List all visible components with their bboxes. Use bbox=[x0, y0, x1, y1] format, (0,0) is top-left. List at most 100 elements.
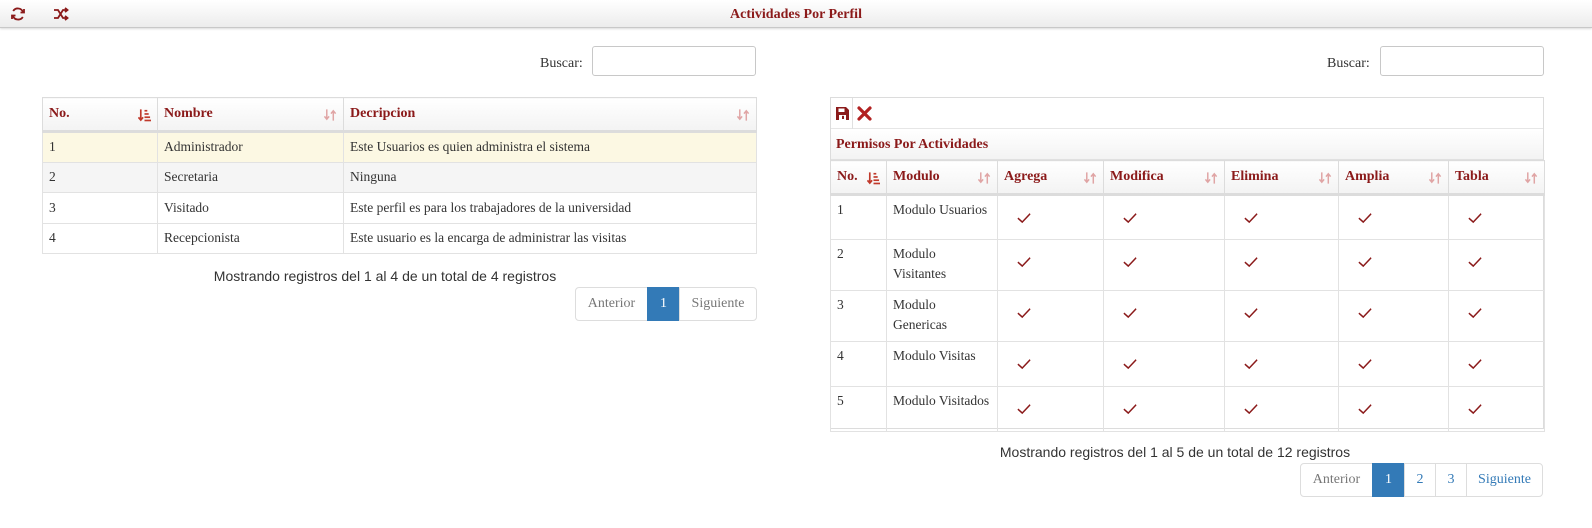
check-icon bbox=[1468, 356, 1482, 370]
sort-icon bbox=[1205, 171, 1218, 185]
column-header-label: Decripcion bbox=[350, 106, 416, 121]
column-header-tabla[interactable]: Tabla bbox=[1448, 160, 1545, 196]
cell-amplia[interactable] bbox=[1338, 239, 1449, 291]
column-header-label: Elimina bbox=[1231, 169, 1279, 184]
cell-amplia[interactable] bbox=[1338, 341, 1449, 387]
page-2-button[interactable]: 2 bbox=[1404, 463, 1436, 497]
cell-tabla[interactable] bbox=[1448, 341, 1545, 387]
column-header-no[interactable]: No. bbox=[830, 160, 887, 196]
cell-modulo: Modulo Visitantes bbox=[886, 239, 998, 291]
cell-nombre: Visitado bbox=[157, 192, 344, 224]
permissions-table: No. Modulo Agrega Modifica Elimina Ampli… bbox=[830, 160, 1545, 432]
check-icon bbox=[1123, 356, 1137, 370]
column-header-amplia[interactable]: Amplia bbox=[1338, 160, 1449, 196]
check-icon bbox=[1468, 210, 1482, 224]
cell-agrega[interactable] bbox=[997, 194, 1104, 240]
cell-tabla[interactable] bbox=[1448, 290, 1545, 342]
cell-elimina[interactable] bbox=[1224, 290, 1339, 342]
cell-amplia[interactable] bbox=[1338, 194, 1449, 240]
cell-tabla[interactable] bbox=[1448, 386, 1545, 432]
next-button[interactable]: Siguiente bbox=[1466, 463, 1543, 497]
cell-modifica[interactable] bbox=[1103, 239, 1225, 291]
previous-button[interactable]: Anterior bbox=[1300, 463, 1373, 497]
cell-amplia[interactable] bbox=[1338, 386, 1449, 432]
cell-modulo: Modulo Genericas bbox=[886, 290, 998, 342]
table-row[interactable]: 1 Modulo Usuarios bbox=[830, 194, 1545, 240]
check-icon bbox=[1244, 401, 1258, 415]
check-icon bbox=[1358, 254, 1372, 268]
cell-agrega[interactable] bbox=[997, 290, 1104, 342]
page-1-button[interactable]: 1 bbox=[1372, 463, 1405, 497]
column-header-nombre[interactable]: Nombre bbox=[157, 97, 344, 133]
check-icon bbox=[1244, 210, 1258, 224]
column-header-decripcion[interactable]: Decripcion bbox=[343, 97, 757, 133]
check-icon bbox=[1244, 254, 1258, 268]
column-header-elimina[interactable]: Elimina bbox=[1224, 160, 1339, 196]
column-header-modulo[interactable]: Modulo bbox=[886, 160, 998, 196]
table-row[interactable]: 3 Modulo Genericas bbox=[830, 290, 1545, 342]
column-header-no[interactable]: No. bbox=[42, 97, 158, 133]
check-icon bbox=[1123, 401, 1137, 415]
permissions-toolbar bbox=[831, 98, 1543, 129]
cell-descripcion: Este Usuarios es quien administra el sis… bbox=[343, 131, 757, 163]
check-icon bbox=[1017, 305, 1031, 319]
cell-no: 2 bbox=[830, 239, 887, 291]
column-header-label: Modifica bbox=[1110, 169, 1164, 184]
check-icon bbox=[1123, 254, 1137, 268]
cell-elimina[interactable] bbox=[1224, 239, 1339, 291]
cell-nombre: Recepcionista bbox=[157, 222, 344, 254]
sort-icon bbox=[978, 171, 991, 185]
check-icon bbox=[1123, 305, 1137, 319]
cell-modifica[interactable] bbox=[1103, 194, 1225, 240]
column-header-modifica[interactable]: Modifica bbox=[1103, 160, 1225, 196]
column-header-label: Nombre bbox=[164, 106, 213, 121]
cell-modulo: Modulo Usuarios bbox=[886, 194, 998, 240]
column-header-label: Tabla bbox=[1455, 169, 1489, 184]
cell-tabla[interactable] bbox=[1448, 194, 1545, 240]
cell-elimina[interactable] bbox=[1224, 341, 1339, 387]
left-search-input[interactable] bbox=[592, 46, 756, 76]
table-row[interactable]: 2 Secretaria Ninguna bbox=[42, 161, 757, 193]
check-icon bbox=[1244, 305, 1258, 319]
cell-agrega[interactable] bbox=[997, 386, 1104, 432]
next-button[interactable]: Siguiente bbox=[679, 287, 757, 321]
cell-agrega[interactable] bbox=[997, 341, 1104, 387]
close-icon[interactable] bbox=[857, 106, 872, 121]
table-row[interactable]: 1 Administrador Este Usuarios es quien a… bbox=[42, 131, 757, 163]
cell-amplia[interactable] bbox=[1338, 290, 1449, 342]
cell-no: 5 bbox=[830, 386, 887, 432]
table-row[interactable]: 4 Modulo Visitas bbox=[830, 341, 1545, 387]
sort-icon bbox=[1429, 171, 1442, 185]
cell-elimina[interactable] bbox=[1224, 386, 1339, 432]
column-header-label: Modulo bbox=[893, 169, 940, 184]
check-icon bbox=[1244, 356, 1258, 370]
cell-elimina[interactable] bbox=[1224, 194, 1339, 240]
check-icon bbox=[1017, 401, 1031, 415]
table-row[interactable]: 5 Modulo Visitados bbox=[830, 386, 1545, 432]
sort-icon bbox=[1525, 171, 1538, 185]
cell-agrega[interactable] bbox=[997, 239, 1104, 291]
cell-modifica[interactable] bbox=[1103, 341, 1225, 387]
table-row[interactable]: 4 Recepcionista Este usuario es la encar… bbox=[42, 222, 757, 254]
save-icon[interactable] bbox=[835, 106, 850, 121]
toolbar-divider bbox=[852, 98, 853, 129]
column-header-agrega[interactable]: Agrega bbox=[997, 160, 1104, 196]
permissions-caption: Permisos Por Actividades bbox=[831, 130, 1543, 160]
cell-modulo: Modulo Visitas bbox=[886, 341, 998, 387]
cell-tabla[interactable] bbox=[1448, 239, 1545, 291]
check-icon bbox=[1358, 210, 1372, 224]
cell-nombre: Secretaria bbox=[157, 161, 344, 193]
sort-ascending-icon bbox=[867, 171, 880, 185]
cell-no: 4 bbox=[42, 222, 158, 254]
right-search-input[interactable] bbox=[1380, 46, 1544, 76]
sort-icon bbox=[737, 108, 750, 122]
cell-modifica[interactable] bbox=[1103, 386, 1225, 432]
cell-modifica[interactable] bbox=[1103, 290, 1225, 342]
table-row[interactable]: 2 Modulo Visitantes bbox=[830, 239, 1545, 291]
page-1-button[interactable]: 1 bbox=[647, 287, 680, 321]
page-3-button[interactable]: 3 bbox=[1435, 463, 1467, 497]
previous-button[interactable]: Anterior bbox=[575, 287, 648, 321]
left-search-label: Buscar: bbox=[540, 56, 583, 71]
table-row[interactable]: 3 Visitado Este perfil es para los traba… bbox=[42, 192, 757, 224]
check-icon bbox=[1358, 305, 1372, 319]
